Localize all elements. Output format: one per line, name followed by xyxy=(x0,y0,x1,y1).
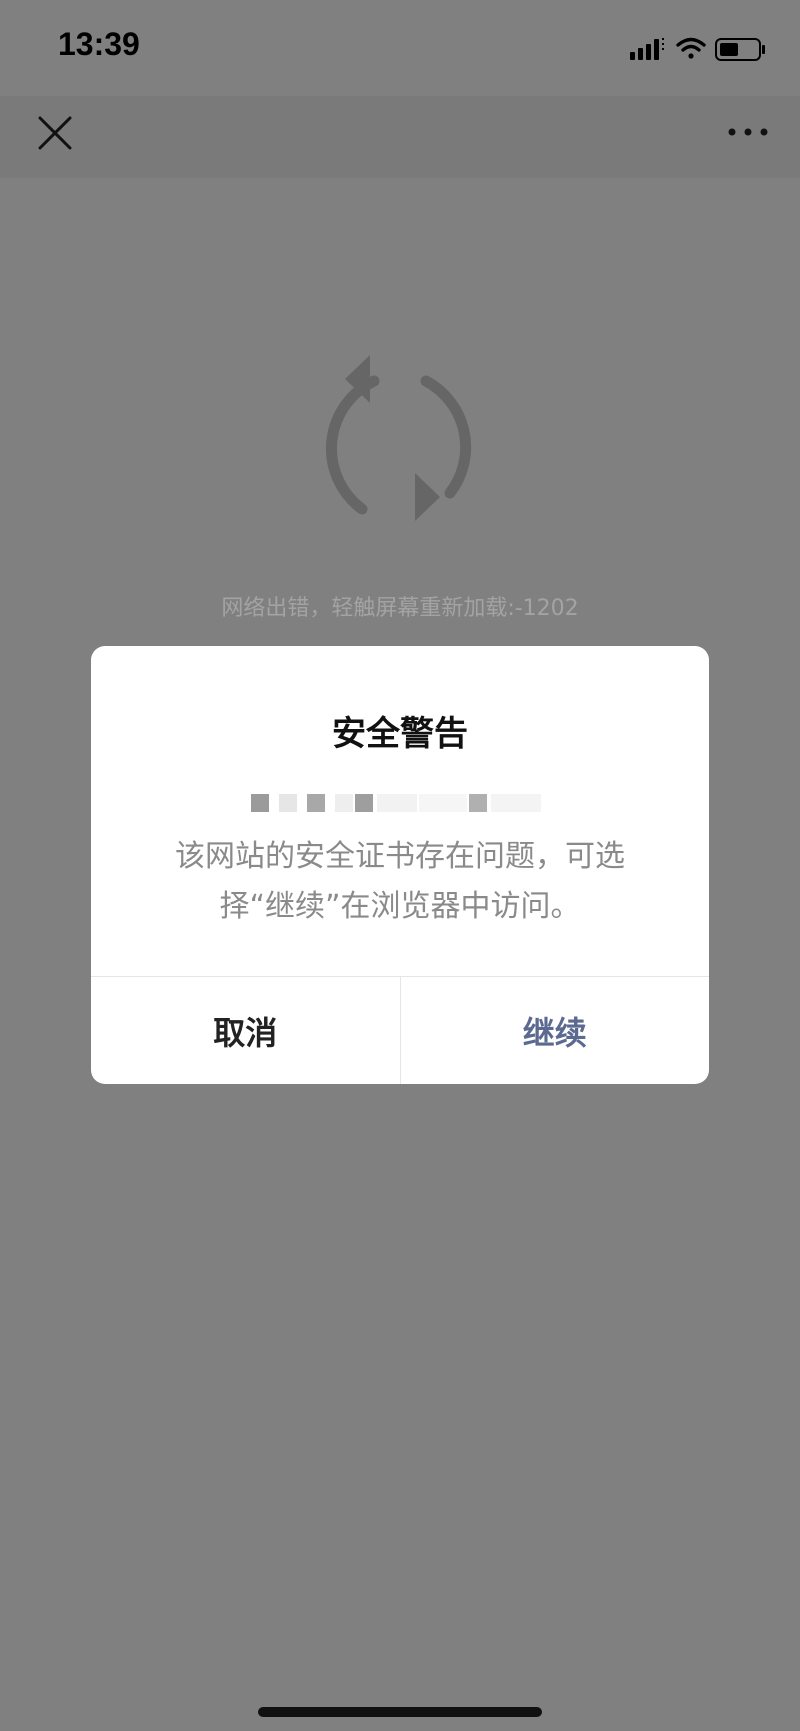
dialog-actions: 取消 继续 xyxy=(91,976,709,1084)
status-icons xyxy=(630,37,765,61)
error-text: 网络出错，轻触屏幕重新加载:-1202 xyxy=(221,596,579,621)
reload-icon xyxy=(325,355,472,521)
home-indicator[interactable] xyxy=(258,1707,542,1717)
signal-icon xyxy=(630,38,664,60)
wifi-icon xyxy=(676,37,706,59)
status-bar: 13:39 xyxy=(0,0,800,96)
dialog-message: 该网站的安全证书存在问题，可选择“继续”在浏览器中访问。 xyxy=(175,839,625,924)
security-warning-dialog: 安全警告 该网站的安全证书存在问题，可选择“继续”在浏览器中访问。 取消 继续 xyxy=(91,646,709,1084)
nav-bar xyxy=(0,96,800,178)
masked-url xyxy=(251,794,541,812)
more-icon[interactable] xyxy=(726,124,770,140)
close-icon[interactable] xyxy=(36,114,74,152)
reload-area[interactable]: 网络出错，轻触屏幕重新加载:-1202 xyxy=(0,178,800,658)
continue-button[interactable]: 继续 xyxy=(401,977,710,1084)
dialog-title: 安全警告 xyxy=(332,714,468,754)
cancel-button[interactable]: 取消 xyxy=(91,977,401,1084)
battery-icon xyxy=(715,38,765,61)
status-time: 13:39 xyxy=(58,26,140,62)
